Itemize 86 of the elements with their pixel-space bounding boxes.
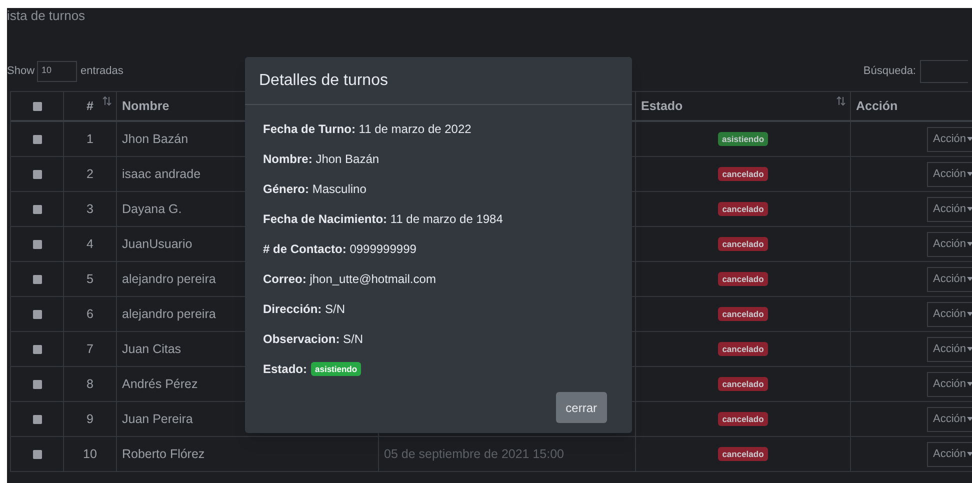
checkbox[interactable] bbox=[32, 450, 42, 458]
action-button[interactable]: Acción bbox=[927, 162, 972, 186]
checkbox[interactable] bbox=[32, 344, 42, 354]
action-button[interactable]: Acción bbox=[927, 196, 972, 222]
entries-select[interactable]: 10 bbox=[36, 60, 77, 82]
column-header[interactable]: # bbox=[86, 96, 94, 116]
patient-name: alejandro pereira bbox=[122, 306, 216, 323]
action-button[interactable]: Acción bbox=[927, 266, 972, 292]
patient-name: Andrés Pérez bbox=[122, 376, 198, 393]
checkbox[interactable] bbox=[32, 310, 42, 318]
page-title: ista de turnos bbox=[7, 8, 86, 25]
patient-name: Dayana G. bbox=[122, 200, 182, 218]
status-badge: cancelado bbox=[718, 202, 768, 216]
checkbox[interactable] bbox=[32, 170, 42, 178]
checkbox[interactable] bbox=[32, 414, 42, 424]
caret-icon bbox=[967, 277, 972, 281]
detail-line: Fecha de Nacimiento: 11 de marzo de 1984 bbox=[263, 211, 503, 228]
caret-icon bbox=[967, 347, 972, 351]
checkbox[interactable] bbox=[32, 274, 42, 284]
action-button[interactable]: Acción bbox=[927, 232, 972, 256]
status-badge: cancelado bbox=[718, 376, 768, 392]
action-button[interactable]: Acción bbox=[927, 372, 972, 396]
status-badge: cancelado bbox=[718, 306, 768, 322]
column-header[interactable]: Nombre bbox=[122, 96, 170, 116]
modal-title: Detalles de turnos bbox=[259, 70, 388, 90]
detail-label: Estado: bbox=[263, 361, 308, 378]
row-number: 5 bbox=[86, 270, 94, 288]
status-badge: cancelado bbox=[718, 272, 768, 286]
status-badge: cancelado bbox=[718, 236, 768, 252]
status-badge: asistiendo bbox=[718, 132, 768, 146]
checkbox[interactable] bbox=[32, 204, 42, 214]
action-button[interactable]: Acción bbox=[927, 302, 972, 326]
caret-icon bbox=[967, 242, 972, 246]
caret-icon bbox=[967, 312, 972, 316]
detail-line: Nombre: Jhon Bazán bbox=[263, 151, 380, 168]
detail-line: Correo: jhon_utte@hotmail.com bbox=[263, 271, 436, 288]
action-button[interactable]: Acción bbox=[927, 126, 972, 152]
detail-line: Dirección: S/N bbox=[263, 301, 346, 318]
sort-icon bbox=[102, 96, 112, 106]
patient-name: Juan Pereira bbox=[122, 410, 193, 428]
close-button[interactable]: cerrar bbox=[556, 392, 607, 423]
entries-label: entradas bbox=[80, 64, 124, 79]
appointment-date: 05 de septiembre de 2021 15:00 bbox=[384, 446, 564, 463]
checkbox[interactable] bbox=[32, 240, 42, 248]
row-number: 7 bbox=[86, 340, 94, 358]
action-button[interactable]: Acción bbox=[927, 442, 972, 466]
patient-name: JuanUsuario bbox=[122, 236, 192, 253]
row-number: 1 bbox=[86, 130, 94, 148]
row-number: 6 bbox=[86, 306, 94, 323]
checkbox[interactable] bbox=[32, 380, 42, 388]
detail-line: Fecha de Turno: 11 de marzo de 2022 bbox=[263, 121, 472, 138]
row-number: 2 bbox=[86, 166, 94, 183]
caret-icon bbox=[967, 417, 972, 421]
status-badge: cancelado bbox=[718, 166, 768, 182]
caret-icon bbox=[967, 207, 972, 211]
status-badge: cancelado bbox=[718, 342, 768, 356]
sort-icon bbox=[836, 96, 846, 106]
patient-name: Jhon Bazán bbox=[122, 130, 188, 148]
patient-name: alejandro pereira bbox=[122, 270, 216, 288]
row-number: 9 bbox=[86, 410, 94, 428]
search-field[interactable] bbox=[920, 60, 968, 82]
action-button[interactable]: Acción bbox=[927, 336, 972, 362]
row-number: 8 bbox=[86, 376, 94, 393]
show-label: Show bbox=[7, 64, 35, 79]
column-header[interactable]: Acción bbox=[856, 96, 898, 116]
checkbox[interactable] bbox=[32, 102, 42, 110]
action-button[interactable]: Acción bbox=[927, 406, 972, 432]
status-badge: cancelado bbox=[718, 412, 768, 426]
checkbox[interactable] bbox=[32, 134, 42, 144]
patient-name: Roberto Flórez bbox=[122, 446, 205, 463]
caret-icon bbox=[967, 452, 972, 456]
status-badge: cancelado bbox=[718, 446, 768, 462]
row-number: 4 bbox=[86, 236, 94, 253]
detail-line: # de Contacto: 0999999999 bbox=[263, 241, 416, 258]
column-header[interactable]: Estado bbox=[641, 96, 683, 116]
detail-line: Observacion: S/N bbox=[263, 331, 364, 348]
row-number: 10 bbox=[83, 446, 97, 463]
status-badge: asistiendo bbox=[311, 362, 362, 376]
caret-icon bbox=[967, 172, 972, 176]
row-number: 3 bbox=[86, 200, 94, 218]
search-label: Búsqueda: bbox=[863, 64, 916, 79]
caret-icon bbox=[967, 137, 972, 141]
detail-line: Género: Masculino bbox=[263, 181, 366, 198]
patient-name: Juan Citas bbox=[122, 340, 182, 358]
caret-icon bbox=[967, 382, 972, 386]
patient-name: isaac andrade bbox=[122, 166, 201, 183]
